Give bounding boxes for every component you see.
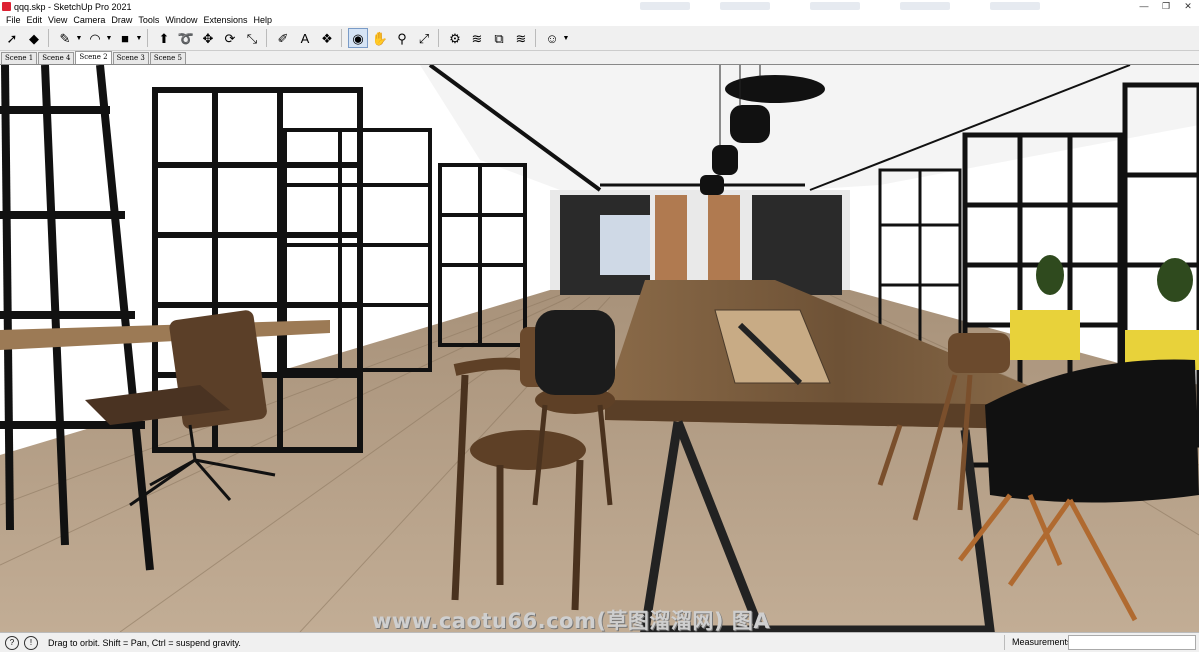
maximize-button[interactable]: ❐ <box>1155 0 1177 13</box>
chevron-down-icon[interactable]: ▼ <box>75 35 83 42</box>
office-scene-render <box>0 65 1199 632</box>
sketchup-app-icon <box>2 2 11 11</box>
line-tool[interactable]: ✎ <box>55 28 75 48</box>
rotate-tool[interactable]: ⟳ <box>220 28 240 48</box>
3d-warehouse-icon[interactable]: ⚙ <box>445 28 465 48</box>
push-pull-tool[interactable]: ⬆ <box>154 28 174 48</box>
info-icon[interactable]: ! <box>24 635 38 650</box>
status-hint: Drag to orbit. Shift = Pan, Ctrl = suspe… <box>48 637 241 648</box>
layout-icon[interactable]: ⧉ <box>489 28 509 48</box>
minimize-button[interactable]: — <box>1133 0 1155 13</box>
eraser-tool[interactable]: ◆ <box>24 28 44 48</box>
main-toolbar: ➚ ◆ ✎ ▼ ◠ ▼ ■ ▼ ⬆ ➰ ✥ ⟳ ⤡ ✐ A ❖ ◉ ✋ ⚲ ⤢ ⚙ ≋ ⧉ ≋ ☺ ▼ <box>0 26 1199 51</box>
tab-scene-3[interactable]: Scene 3 <box>112 52 149 64</box>
toolbar-separator <box>48 29 49 47</box>
orbit-tool[interactable]: ◉ <box>348 28 368 48</box>
zoom-extents-tool[interactable]: ⤢ <box>414 28 434 48</box>
tab-scene-4[interactable]: Scene 4 <box>38 52 75 64</box>
menu-edit[interactable]: Edit <box>27 15 43 25</box>
door-left <box>655 195 687 280</box>
menu-bar: File Edit View Camera Draw Tools Window … <box>0 13 1199 27</box>
select-tool[interactable]: ➚ <box>2 28 22 48</box>
tab-scene-1[interactable]: Scene 1 <box>1 52 38 64</box>
extension-manager-icon[interactable]: ≋ <box>511 28 531 48</box>
menu-tools[interactable]: Tools <box>138 15 159 25</box>
window-light <box>600 215 650 275</box>
menu-draw[interactable]: Draw <box>111 15 132 25</box>
watermark-text: www.caotu66.com(草图溜溜网) 图A <box>372 609 771 632</box>
close-button[interactable]: ✕ <box>1177 0 1199 13</box>
window-controls: — ❐ ✕ <box>1133 0 1199 13</box>
status-bar: ? ! Drag to orbit. Shift = Pan, Ctrl = s… <box>0 632 1199 652</box>
toolbar-separator <box>147 29 148 47</box>
menu-file[interactable]: File <box>6 15 21 25</box>
toolbar-separator <box>341 29 342 47</box>
measurements-label: Measurements <box>1012 637 1072 647</box>
status-divider <box>1004 635 1005 650</box>
toolbar-separator <box>535 29 536 47</box>
pan-tool[interactable]: ✋ <box>370 28 390 48</box>
move-tool[interactable]: ✥ <box>198 28 218 48</box>
follow-me-tool[interactable]: ➰ <box>176 28 196 48</box>
scene-tabs: Scene 1 Scene 4 Scene 2 Scene 3 Scene 5 <box>0 51 187 64</box>
blurred-overlay <box>810 2 860 10</box>
tab-scene-2[interactable]: Scene 2 <box>75 51 112 64</box>
menu-view[interactable]: View <box>48 15 67 25</box>
menu-window[interactable]: Window <box>165 15 197 25</box>
menu-extensions[interactable]: Extensions <box>203 15 247 25</box>
arc-tool[interactable]: ◠ <box>85 28 105 48</box>
scale-tool[interactable]: ⤡ <box>242 28 262 48</box>
title-bar: qqq.skp - SketchUp Pro 2021 — ❐ ✕ <box>0 0 1199 13</box>
tab-scene-5[interactable]: Scene 5 <box>149 52 187 64</box>
blurred-overlay <box>900 2 950 10</box>
menu-help[interactable]: Help <box>253 15 272 25</box>
menu-camera[interactable]: Camera <box>73 15 105 25</box>
blurred-overlay <box>720 2 770 10</box>
black-chair-mid <box>535 310 615 395</box>
model-viewport[interactable]: www.caotu66.com(草图溜溜网) 图A <box>0 64 1199 632</box>
window-title: qqq.skp - SketchUp Pro 2021 <box>14 1 132 12</box>
extension-warehouse-icon[interactable]: ≋ <box>467 28 487 48</box>
chevron-down-icon[interactable]: ▼ <box>562 35 570 42</box>
plant <box>1036 255 1193 302</box>
rectangle-tool[interactable]: ■ <box>115 28 135 48</box>
zoom-tool[interactable]: ⚲ <box>392 28 412 48</box>
help-icon[interactable]: ? <box>5 635 19 650</box>
account-icon[interactable]: ☺ <box>542 28 562 48</box>
paint-bucket-tool[interactable]: ❖ <box>317 28 337 48</box>
tape-measure-tool[interactable]: ✐ <box>273 28 293 48</box>
chevron-down-icon[interactable]: ▼ <box>105 35 113 42</box>
door-right <box>708 195 740 280</box>
measurements-input[interactable] <box>1068 635 1196 650</box>
text-tool[interactable]: A <box>295 28 315 48</box>
blurred-overlay <box>640 2 690 10</box>
chevron-down-icon[interactable]: ▼ <box>135 35 143 42</box>
toolbar-separator <box>266 29 267 47</box>
blurred-overlay <box>990 2 1040 10</box>
toolbar-separator <box>438 29 439 47</box>
yellow-cabinet <box>1010 310 1080 360</box>
